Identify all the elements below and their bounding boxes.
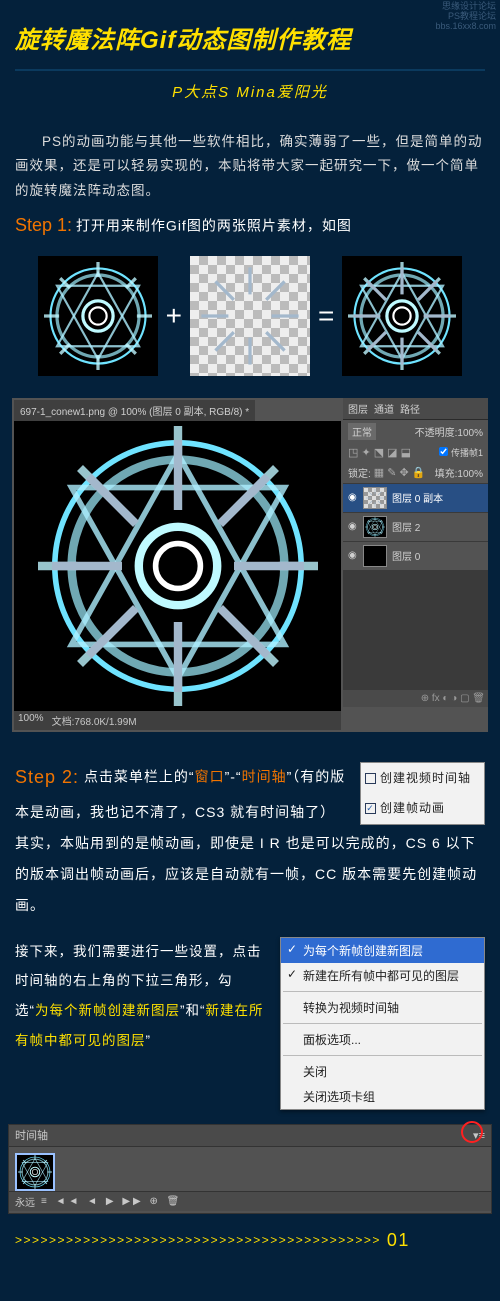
arrows: >>>>>>>>>>>>>>>>>>>>>>>>>>>>>>>>>>>>>>>>… bbox=[15, 1233, 381, 1247]
layer-row[interactable]: ◉ 图层 0 副本 bbox=[343, 483, 488, 512]
step2-paragraph: 创建视频时间轴 ✓ 创建帧动画 Step 2: 点击菜单栏上的“窗口”-“时间轴… bbox=[0, 740, 500, 927]
lock-icons[interactable]: ▦ ✎ ✥ 🔒 bbox=[374, 466, 426, 479]
propagate-frame-checkbox[interactable] bbox=[439, 447, 448, 456]
step1-text: 打开用来制作Gif图的两张照片素材，如图 bbox=[76, 217, 352, 233]
context-menu[interactable]: 为每个新帧创建新图层 新建在所有帧中都可见的图层 转换为视频时间轴 面板选项..… bbox=[280, 937, 485, 1110]
equals-symbol: = bbox=[318, 300, 334, 332]
timeline-controls[interactable]: 永远 ≡ ◄◄ ◄ ▶ ▶▶ ⊕ 🗑 bbox=[9, 1191, 491, 1211]
layers-footer-icons[interactable]: ⊕ fx ◐ ◑ ▢ 🗑 bbox=[343, 690, 488, 707]
layer-row[interactable]: ◉ 图层 2 bbox=[343, 512, 488, 541]
page-number: 01 bbox=[387, 1230, 410, 1251]
page-title: 旋转魔法阵Gif动态图制作教程 bbox=[15, 20, 485, 71]
timeline-tab[interactable]: 时间轴 bbox=[15, 1127, 48, 1143]
separator bbox=[283, 1023, 482, 1024]
source-images-row: + = bbox=[0, 242, 500, 390]
checkbox-icon[interactable] bbox=[365, 773, 376, 784]
blend-icons: ◳ ✦ ⬔ ◪ ⬓ bbox=[348, 446, 411, 459]
ctx-item[interactable]: 面板选项... bbox=[281, 1027, 484, 1052]
paths-tab[interactable]: 路径 bbox=[400, 401, 420, 416]
ps-document-tab[interactable]: 697-1_conew1.png @ 100% (图层 0 副本, RGB/8)… bbox=[14, 400, 255, 421]
ctx-item[interactable]: 为每个新帧创建新图层 bbox=[281, 938, 484, 963]
highlight-circle bbox=[461, 1121, 483, 1143]
channels-tab[interactable]: 通道 bbox=[374, 401, 394, 416]
blend-mode-select[interactable]: 正常 bbox=[348, 423, 376, 440]
create-timeline-dropdown[interactable]: 创建视频时间轴 ✓ 创建帧动画 bbox=[360, 762, 485, 825]
footer: >>>>>>>>>>>>>>>>>>>>>>>>>>>>>>>>>>>>>>>>… bbox=[0, 1214, 500, 1271]
plus-symbol: + bbox=[166, 300, 182, 332]
ctx-item[interactable]: 关闭 bbox=[281, 1059, 484, 1084]
layer-name: 图层 0 bbox=[392, 548, 420, 563]
ctx-item[interactable]: 新建在所有帧中都可见的图层 bbox=[281, 963, 484, 988]
eye-icon[interactable]: ◉ bbox=[348, 521, 358, 532]
ps-layers-panel[interactable]: 图层 通道 路径 正常 不透明度:100% ◳ ✦ ⬔ ◪ ⬓ 传播帧1 锁定:… bbox=[343, 398, 488, 732]
layer-name: 图层 2 bbox=[392, 519, 420, 534]
layer-row[interactable]: ◉ 图层 0 bbox=[343, 541, 488, 570]
layers-tab[interactable]: 图层 bbox=[348, 401, 368, 416]
source-ring-image bbox=[38, 256, 158, 376]
ps-canvas[interactable] bbox=[14, 421, 341, 711]
step1-label: Step 1: bbox=[15, 215, 72, 235]
ctx-item[interactable]: 关闭选项卡组 bbox=[281, 1084, 484, 1109]
intro-paragraph: PS的动画功能与其他一些软件相比，确实薄弱了一些，但是简单的动画效果，还是可以轻… bbox=[0, 112, 500, 209]
settings-paragraph: 接下来，我们需要进行一些设置，点击时间轴的右上角的下拉三角形，勾选“为每个新帧创… bbox=[15, 937, 266, 1056]
step1-heading: Step 1: 打开用来制作Gif图的两张照片素材，如图 bbox=[0, 209, 500, 242]
ps-status-bar: 100% 文档:768.0K/1.99M bbox=[14, 711, 341, 730]
timeline-frame[interactable] bbox=[15, 1153, 55, 1191]
layer-name: 图层 0 副本 bbox=[392, 490, 443, 505]
separator bbox=[283, 1055, 482, 1056]
eye-icon[interactable]: ◉ bbox=[348, 550, 358, 561]
separator bbox=[283, 991, 482, 992]
checkbox-icon[interactable]: ✓ bbox=[365, 803, 376, 814]
page-subtitle: P大点S Mina爱阳光 bbox=[15, 81, 485, 102]
result-image bbox=[342, 256, 462, 376]
watermark: 思缘设计论坛 PS教程论坛 bbs.16xx8.com bbox=[435, 2, 496, 32]
photoshop-window: 697-1_conew1.png @ 100% (图层 0 副本, RGB/8)… bbox=[12, 398, 488, 732]
step2-label: Step 2: bbox=[15, 767, 79, 787]
source-swords-image bbox=[190, 256, 310, 376]
eye-icon[interactable]: ◉ bbox=[348, 492, 358, 503]
ctx-item[interactable]: 转换为视频时间轴 bbox=[281, 995, 484, 1020]
timeline-panel[interactable]: 时间轴 ▾≡ 永远 ≡ ◄◄ ◄ ▶ ▶▶ ⊕ 🗑 bbox=[8, 1124, 492, 1214]
